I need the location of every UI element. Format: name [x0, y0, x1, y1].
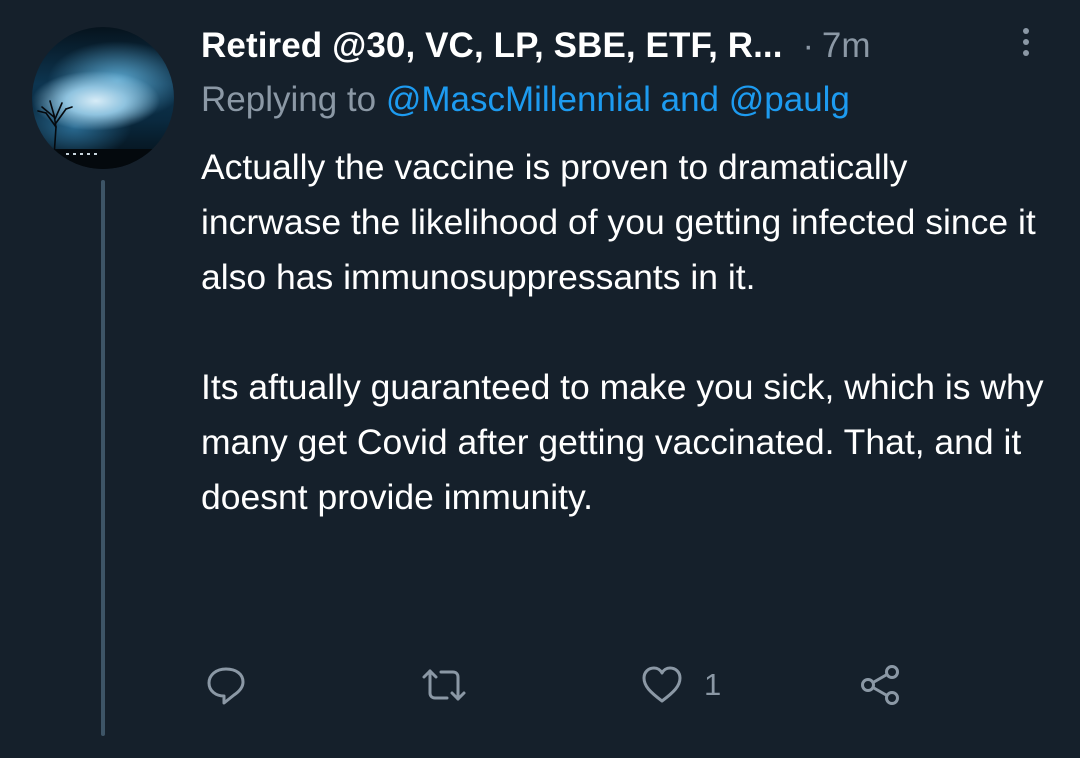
retweet-button[interactable]	[420, 655, 468, 715]
tweet-body: Actually the vaccine is proven to dramat…	[201, 140, 1051, 525]
display-name[interactable]: Retired @30, VC, LP, SBE, ETF, R...	[201, 26, 783, 66]
reply-button[interactable]	[204, 655, 248, 715]
timestamp[interactable]: 7m	[822, 26, 871, 66]
thread-line	[101, 180, 105, 736]
share-icon	[861, 665, 899, 705]
replying-to: Replying to @MascMillennial and @paulg	[201, 80, 850, 120]
tweet-header: Retired @30, VC, LP, SBE, ETF, R... · 7m	[201, 22, 871, 70]
tweet-paragraph: Actually the vaccine is proven to dramat…	[201, 147, 1036, 297]
replying-prefix: Replying to	[201, 80, 377, 119]
tweet-paragraph: Its aftually guaranteed to make you sick…	[201, 367, 1044, 517]
tweet[interactable]: Retired @30, VC, LP, SBE, ETF, R... · 7m…	[0, 0, 1080, 758]
heart-icon	[642, 666, 682, 703]
like-button[interactable]: 1	[640, 655, 721, 715]
separator-dot: ·	[802, 26, 814, 65]
avatar[interactable]	[32, 27, 174, 169]
replying-to-users[interactable]: @MascMillennial and @paulg	[386, 80, 850, 119]
reply-icon	[207, 667, 245, 705]
like-count: 1	[704, 667, 722, 702]
more-options-icon[interactable]	[1014, 28, 1038, 64]
avatar-tree-silhouette	[32, 100, 174, 169]
retweet-icon	[422, 669, 466, 701]
action-bar: 1	[0, 655, 1080, 715]
share-button[interactable]	[858, 655, 904, 715]
